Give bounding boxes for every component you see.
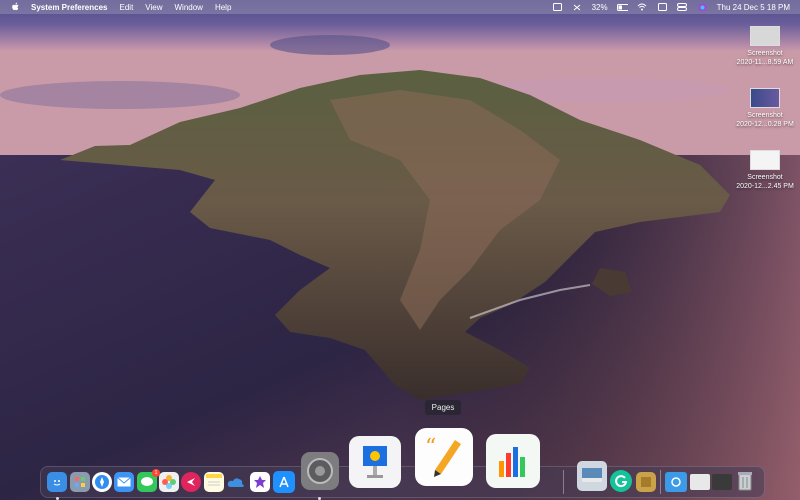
screenshot-thumbnail bbox=[750, 150, 780, 170]
icloud-icon[interactable] bbox=[226, 472, 246, 492]
bluetooth-off-icon[interactable] bbox=[572, 2, 583, 12]
control-center-icon[interactable] bbox=[677, 2, 688, 12]
file-name-line2: 2020-11...8.59 AM bbox=[736, 59, 794, 66]
keyboard-input-icon[interactable] bbox=[657, 2, 668, 12]
app-store-icon[interactable] bbox=[273, 471, 295, 493]
numbers-icon[interactable] bbox=[486, 434, 540, 488]
desktop-wallpaper bbox=[0, 0, 800, 500]
dock-tooltip: Pages bbox=[425, 400, 461, 415]
safari-icon[interactable] bbox=[92, 472, 112, 492]
desktop-file-screenshot[interactable]: Screenshot 2020-11...8.59 AM bbox=[733, 26, 797, 67]
system-preferences-icon[interactable] bbox=[301, 452, 339, 490]
screenshot-thumbnail bbox=[750, 88, 780, 108]
file-name-line2: 2020-12...2.45 PM bbox=[736, 183, 794, 190]
screen-mirroring-icon[interactable] bbox=[552, 2, 563, 12]
messages-icon[interactable]: 1 bbox=[137, 469, 160, 492]
documents-stack-icon[interactable] bbox=[690, 474, 710, 490]
screenshot-thumbnail bbox=[750, 26, 780, 46]
screenshot-folder-icon[interactable] bbox=[665, 472, 687, 492]
grammarly-icon[interactable] bbox=[610, 470, 632, 492]
utility-app-icon[interactable] bbox=[636, 472, 656, 492]
trash-icon[interactable] bbox=[736, 470, 754, 492]
battery-percentage: 32% bbox=[591, 2, 608, 12]
photos-icon[interactable] bbox=[159, 472, 179, 492]
desktop-file-screenshot[interactable]: Screenshot 2020-12...0.28 PM bbox=[733, 88, 797, 129]
desktop-file-screenshot[interactable]: Screenshot 2020-12...2.45 PM bbox=[733, 150, 797, 191]
menu-edit[interactable]: Edit bbox=[120, 3, 134, 12]
menu-help[interactable]: Help bbox=[215, 3, 231, 12]
pages-icon[interactable]: “ bbox=[415, 428, 473, 486]
launchpad-icon[interactable] bbox=[70, 472, 90, 492]
status-area: 32% Thu 24 Dec 5 18 PM bbox=[552, 2, 790, 12]
menu-bar: System Preferences Edit View Window Help… bbox=[0, 0, 800, 14]
svg-text:“: “ bbox=[425, 435, 436, 460]
dock-separator bbox=[660, 470, 661, 494]
clock[interactable]: Thu 24 Dec 5 18 PM bbox=[717, 3, 790, 12]
mail-icon[interactable] bbox=[114, 472, 134, 492]
app-circle-icon[interactable] bbox=[181, 472, 201, 492]
file-name-line1: Screenshot bbox=[747, 112, 783, 119]
notes-icon[interactable] bbox=[204, 472, 224, 492]
file-name-line2: 2020-12...0.28 PM bbox=[736, 121, 794, 128]
menu-view[interactable]: View bbox=[145, 3, 162, 12]
menu-window[interactable]: Window bbox=[175, 3, 203, 12]
preview-icon[interactable] bbox=[577, 461, 607, 491]
finder-icon[interactable] bbox=[47, 472, 67, 492]
active-app-name[interactable]: System Preferences bbox=[31, 3, 108, 12]
file-name-line1: Screenshot bbox=[747, 50, 783, 57]
downloads-stack-icon[interactable] bbox=[712, 474, 732, 490]
imovie-icon[interactable] bbox=[250, 472, 270, 492]
dock-separator bbox=[563, 470, 564, 494]
wifi-icon[interactable] bbox=[637, 2, 648, 12]
file-name-line1: Screenshot bbox=[747, 174, 783, 181]
battery-icon[interactable] bbox=[616, 2, 628, 12]
keynote-icon[interactable] bbox=[349, 436, 401, 488]
siri-icon[interactable] bbox=[697, 2, 708, 12]
apple-menu-icon[interactable] bbox=[9, 1, 21, 13]
